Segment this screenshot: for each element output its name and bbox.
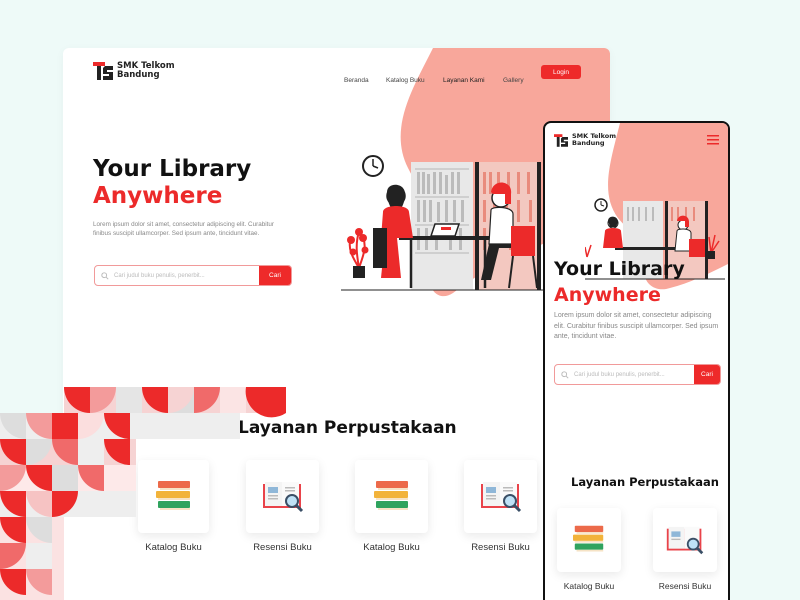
brand-line2: Bandung (117, 70, 160, 80)
search-icon (561, 370, 569, 379)
clock-icon (362, 155, 384, 177)
logo-icon (93, 62, 113, 80)
plant-icon (347, 228, 369, 278)
mobile-search-bar: Cari judul buku penulis, penerbit... Car… (554, 364, 721, 385)
mobile-hero-title-line1: Your Library (554, 258, 685, 280)
mobile-search-input[interactable]: Cari judul buku penulis, penerbit... (555, 370, 694, 379)
search-icon (101, 271, 109, 280)
logo-icon (554, 133, 568, 147)
nav-gallery[interactable]: Gallery (503, 69, 524, 87)
mobile-brand-line2: Bandung (572, 139, 605, 147)
mobile-search-button[interactable]: Cari (694, 365, 720, 384)
library-illustration (341, 155, 551, 291)
service-label-katalog-buku-2: Katalog Buku (363, 542, 420, 553)
book-stack-icon (573, 525, 604, 552)
mobile-page: SMK Telkom Bandung Your Library Anywhere… (543, 121, 730, 600)
book-stack-icon (373, 480, 408, 510)
mobile-service-card-katalog-buku[interactable] (557, 508, 621, 572)
mobile-service-card-resensi-buku[interactable] (653, 508, 717, 572)
mobile-hero-title-line2: Anywhere (554, 284, 661, 306)
mobile-services-title: Layanan Perpustakaan (571, 475, 719, 489)
nav-katalog-buku[interactable]: Katalog Buku (386, 69, 425, 87)
search-button[interactable]: Cari (259, 266, 291, 285)
hamburger-menu-icon[interactable] (707, 135, 719, 145)
brand-logo[interactable]: SMK Telkom Bandung (93, 62, 175, 80)
service-card-katalog-buku-2[interactable] (355, 460, 428, 533)
mobile-hero-description: Lorem ipsum dolor sit amet, consectetur … (554, 312, 719, 340)
mobile-service-label-katalog-buku: Katalog Buku (563, 581, 615, 591)
geometric-pattern (0, 387, 286, 600)
open-book-magnifier-icon (480, 481, 521, 512)
login-button[interactable]: Login (541, 65, 581, 79)
open-book-magnifier-icon (666, 526, 704, 554)
mobile-brand-logo[interactable]: SMK Telkom Bandung (554, 133, 616, 147)
service-label-resensi-buku-2: Resensi Buku (471, 542, 530, 553)
nav-layanan-kami[interactable]: Layanan Kami (443, 69, 485, 87)
hero-description: Lorem ipsum dolor sit amet, consectetur … (93, 221, 274, 237)
service-card-resensi-buku-2[interactable] (464, 460, 537, 533)
search-input[interactable]: Cari judul buku penulis, penerbit... (95, 271, 259, 280)
mobile-service-label-resensi-buku: Resensi Buku (658, 581, 712, 591)
hero-search-bar: Cari judul buku penulis, penerbit... Car… (94, 265, 292, 286)
hero-title-line1: Your Library (93, 156, 252, 182)
hero-title-line2: Anywhere (93, 183, 223, 209)
nav-beranda[interactable]: Beranda (344, 69, 369, 87)
